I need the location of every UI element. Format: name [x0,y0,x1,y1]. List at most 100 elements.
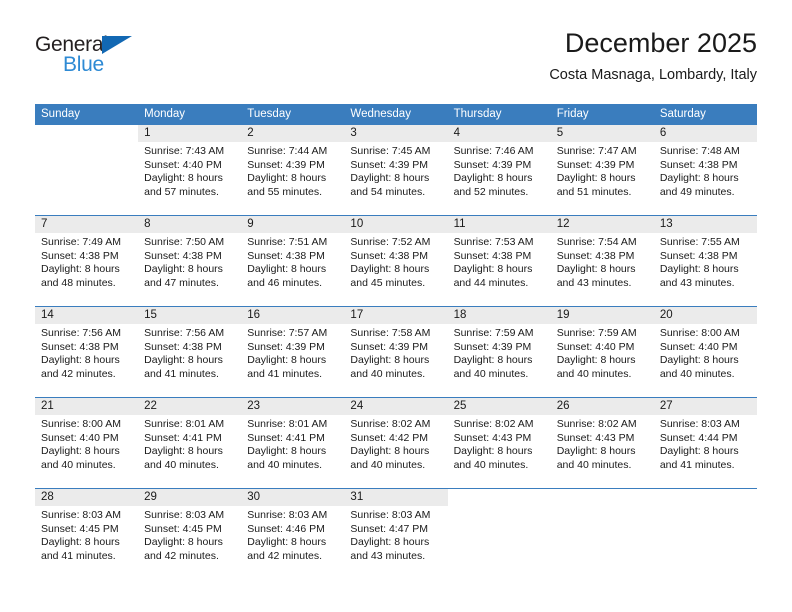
day-cell[interactable]: 21 Sunrise: 8:00 AM Sunset: 4:40 PM Dayl… [35,398,139,488]
week-row: 1 Sunrise: 7:43 AM Sunset: 4:40 PM Dayli… [35,125,757,215]
day-cell[interactable]: 2 Sunrise: 7:44 AM Sunset: 4:39 PM Dayli… [241,125,345,215]
daylight-text-line2: and 57 minutes. [144,185,219,198]
daylight-text-line1: Daylight: 8 hours [41,445,120,457]
day-info: Sunrise: 8:02 AM Sunset: 4:43 PM Dayligh… [448,415,551,472]
day-info: Sunrise: 8:03 AM Sunset: 4:47 PM Dayligh… [344,506,447,563]
day-cell[interactable]: 6 Sunrise: 7:48 AM Sunset: 4:38 PM Dayli… [653,125,757,215]
day-info: Sunrise: 8:01 AM Sunset: 4:41 PM Dayligh… [241,415,344,472]
weekday-header-saturday: Saturday [659,108,706,120]
day-cell[interactable]: 10 Sunrise: 7:52 AM Sunset: 4:38 PM Dayl… [344,216,448,306]
day-info: Sunrise: 7:56 AM Sunset: 4:38 PM Dayligh… [138,324,241,381]
day-info: Sunrise: 7:47 AM Sunset: 4:39 PM Dayligh… [551,142,654,199]
sunrise-text: Sunrise: 7:57 AM [247,327,328,339]
day-cell[interactable]: 14 Sunrise: 7:56 AM Sunset: 4:38 PM Dayl… [35,307,139,397]
daylight-text-line1: Daylight: 8 hours [453,263,533,275]
day-info: Sunrise: 7:54 AM Sunset: 4:38 PM Dayligh… [551,233,654,290]
sunrise-text: Sunrise: 7:56 AM [41,327,121,339]
day-cell[interactable]: 15 Sunrise: 7:56 AM Sunset: 4:38 PM Dayl… [138,307,242,397]
day-cell[interactable]: 28 Sunrise: 8:03 AM Sunset: 4:45 PM Dayl… [35,489,139,579]
sunset-text: Sunset: 4:38 PM [659,249,738,262]
day-number: 20 [653,307,757,324]
day-cell[interactable]: 31 Sunrise: 8:03 AM Sunset: 4:47 PM Dayl… [344,489,448,579]
day-cell[interactable]: 9 Sunrise: 7:51 AM Sunset: 4:38 PM Dayli… [241,216,345,306]
day-cell[interactable]: 5 Sunrise: 7:47 AM Sunset: 4:39 PM Dayli… [550,125,654,215]
title-block: December 2025 Costa Masnaga, Lombardy, I… [549,26,757,86]
day-info: Sunrise: 7:57 AM Sunset: 4:39 PM Dayligh… [241,324,344,381]
day-cell[interactable]: 4 Sunrise: 7:46 AM Sunset: 4:39 PM Dayli… [447,125,551,215]
day-cell[interactable]: 22 Sunrise: 8:01 AM Sunset: 4:41 PM Dayl… [138,398,242,488]
day-number: 24 [344,398,448,415]
daylight-text-line1: Daylight: 8 hours [350,172,430,184]
sunset-text: Sunset: 4:40 PM [659,340,738,353]
day-number: 9 [241,216,345,233]
day-number [551,489,654,506]
day-number: 12 [550,216,654,233]
day-cell[interactable]: 8 Sunrise: 7:50 AM Sunset: 4:38 PM Dayli… [138,216,242,306]
day-cell[interactable]: 18 Sunrise: 7:59 AM Sunset: 4:39 PM Dayl… [447,307,551,397]
day-number: 1 [138,125,242,142]
general-blue-logo[interactable]: General Blue [35,34,155,84]
sunrise-text: Sunrise: 7:49 AM [41,236,121,248]
day-number: 29 [138,489,242,506]
sunrise-text: Sunrise: 7:56 AM [144,327,225,339]
daylight-text-line2: and 41 minutes. [247,367,322,380]
week-row: 21 Sunrise: 8:00 AM Sunset: 4:40 PM Dayl… [35,398,757,488]
daylight-text-line2: and 40 minutes. [41,458,116,471]
daylight-text-line1: Daylight: 8 hours [41,536,120,548]
daylight-text-line1: Daylight: 8 hours [350,354,430,366]
daylight-text-line2: and 51 minutes. [556,185,632,198]
day-cell[interactable]: 30 Sunrise: 8:03 AM Sunset: 4:46 PM Dayl… [241,489,345,579]
day-number: 28 [35,489,139,506]
day-cell[interactable]: 1 Sunrise: 7:43 AM Sunset: 4:40 PM Dayli… [138,125,242,215]
day-cell[interactable]: 24 Sunrise: 8:02 AM Sunset: 4:42 PM Dayl… [344,398,448,488]
daylight-text-line1: Daylight: 8 hours [350,536,430,548]
day-cell[interactable]: 20 Sunrise: 8:00 AM Sunset: 4:40 PM Dayl… [653,307,757,397]
sunset-text: Sunset: 4:39 PM [350,158,429,171]
sunset-text: Sunset: 4:38 PM [659,158,738,171]
daylight-text-line1: Daylight: 8 hours [453,172,533,184]
weekday-header-sunday: Sunday [41,108,81,120]
daylight-text-line2: and 40 minutes. [247,458,322,471]
day-info: Sunrise: 8:00 AM Sunset: 4:40 PM Dayligh… [654,324,757,381]
weekday-header-row: Sunday Monday Tuesday Wednesday Thursday… [35,104,757,125]
day-number: 30 [241,489,345,506]
sunset-text: Sunset: 4:41 PM [144,431,222,444]
daylight-text-line2: and 41 minutes. [659,458,735,471]
daylight-text-line1: Daylight: 8 hours [659,263,739,275]
day-number: 25 [447,398,551,415]
day-info: Sunrise: 7:59 AM Sunset: 4:40 PM Dayligh… [551,324,654,381]
day-number: 18 [447,307,551,324]
day-cell[interactable]: 29 Sunrise: 8:03 AM Sunset: 4:45 PM Dayl… [138,489,242,579]
day-number: 13 [653,216,757,233]
day-cell[interactable]: 26 Sunrise: 8:02 AM Sunset: 4:43 PM Dayl… [550,398,654,488]
daylight-text-line2: and 42 minutes. [247,549,322,562]
day-cell[interactable]: 27 Sunrise: 8:03 AM Sunset: 4:44 PM Dayl… [653,398,757,488]
day-info: Sunrise: 7:51 AM Sunset: 4:38 PM Dayligh… [241,233,344,290]
day-info: Sunrise: 7:43 AM Sunset: 4:40 PM Dayligh… [138,142,241,199]
day-cell[interactable]: 11 Sunrise: 7:53 AM Sunset: 4:38 PM Dayl… [447,216,551,306]
day-number: 7 [35,216,139,233]
day-number: 5 [550,125,654,142]
daylight-text-line1: Daylight: 8 hours [144,263,223,275]
sunrise-text: Sunrise: 7:54 AM [556,236,637,248]
day-number: 22 [138,398,242,415]
daylight-text-line2: and 47 minutes. [144,276,219,289]
sunset-text: Sunset: 4:45 PM [41,522,119,535]
day-cell[interactable]: 23 Sunrise: 8:01 AM Sunset: 4:41 PM Dayl… [241,398,345,488]
daylight-text-line2: and 42 minutes. [41,367,116,380]
day-cell[interactable]: 13 Sunrise: 7:55 AM Sunset: 4:38 PM Dayl… [653,216,757,306]
day-cell[interactable]: 19 Sunrise: 7:59 AM Sunset: 4:40 PM Dayl… [550,307,654,397]
day-cell[interactable]: 3 Sunrise: 7:45 AM Sunset: 4:39 PM Dayli… [344,125,448,215]
daylight-text-line1: Daylight: 8 hours [41,263,120,275]
day-cell[interactable]: 7 Sunrise: 7:49 AM Sunset: 4:38 PM Dayli… [35,216,139,306]
day-cell[interactable]: 25 Sunrise: 8:02 AM Sunset: 4:43 PM Dayl… [447,398,551,488]
sunset-text: Sunset: 4:38 PM [350,249,429,262]
day-number [448,489,551,506]
daylight-text-line2: and 43 minutes. [350,549,426,562]
sunrise-text: Sunrise: 8:03 AM [41,509,121,521]
day-cell[interactable]: 17 Sunrise: 7:58 AM Sunset: 4:39 PM Dayl… [344,307,448,397]
day-info: Sunrise: 7:46 AM Sunset: 4:39 PM Dayligh… [448,142,551,199]
daylight-text-line1: Daylight: 8 hours [556,172,636,184]
day-cell[interactable]: 16 Sunrise: 7:57 AM Sunset: 4:39 PM Dayl… [241,307,345,397]
day-cell[interactable]: 12 Sunrise: 7:54 AM Sunset: 4:38 PM Dayl… [550,216,654,306]
